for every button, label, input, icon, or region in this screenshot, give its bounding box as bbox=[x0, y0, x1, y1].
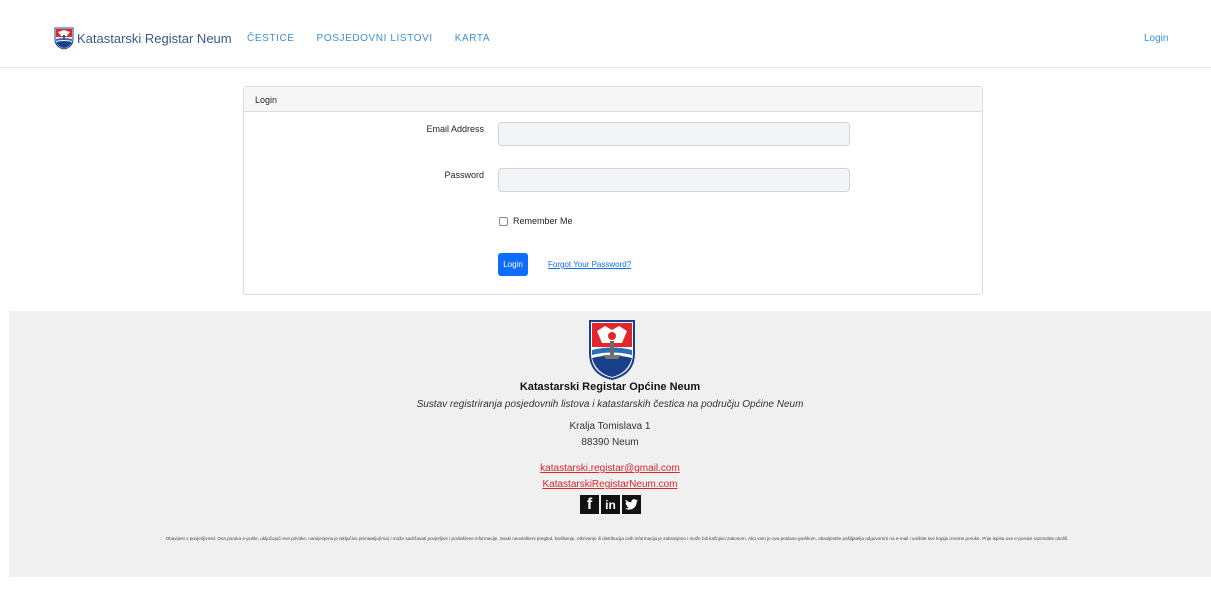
login-card: Login Email Address Password Remember Me… bbox=[243, 86, 983, 295]
nav-login-link[interactable]: Login bbox=[1144, 33, 1168, 44]
password-label: Password bbox=[444, 170, 484, 180]
remember-me-row: Remember Me bbox=[499, 216, 573, 226]
coat-of-arms-icon bbox=[54, 27, 74, 50]
nav-link-karta[interactable]: KARTA bbox=[455, 33, 490, 44]
nav-links: ČESTICE POSJEDOVNI LISTOVI KARTA bbox=[247, 33, 512, 44]
navbar: Katastarski Registar Neum ČESTICE POSJED… bbox=[0, 0, 1211, 68]
remember-me-label[interactable]: Remember Me bbox=[513, 216, 573, 226]
confidentiality-notice: Obavijest o povjerljivosti: Ova poruka e… bbox=[165, 536, 1069, 541]
footer-address-street: Kralja Tomislava 1 bbox=[569, 421, 651, 432]
email-label: Email Address bbox=[426, 124, 484, 134]
social-links: f in bbox=[580, 495, 643, 514]
footer-subtitle: Sustav registriranja posjedovnih listova… bbox=[416, 399, 804, 410]
footer-title: Katastarski Registar Općine Neum bbox=[519, 381, 701, 393]
footer-email-link[interactable]: katastarski.registar@gmail.com bbox=[540, 463, 680, 474]
facebook-icon[interactable]: f bbox=[580, 495, 599, 514]
coat-of-arms-icon bbox=[589, 320, 635, 381]
nav-link-posjedovni-listovi[interactable]: POSJEDOVNI LISTOVI bbox=[317, 33, 433, 44]
linkedin-icon[interactable]: in bbox=[601, 495, 620, 514]
login-button[interactable]: Login bbox=[498, 253, 528, 276]
forgot-password-link[interactable]: Forgot Your Password? bbox=[548, 260, 631, 269]
brand-text: Katastarski Registar Neum bbox=[77, 30, 232, 46]
twitter-icon[interactable] bbox=[622, 495, 641, 514]
nav-link-cestice[interactable]: ČESTICE bbox=[247, 33, 295, 44]
password-field[interactable] bbox=[498, 168, 850, 192]
footer: Katastarski Registar Općine Neum Sustav … bbox=[9, 311, 1211, 577]
brand-link[interactable]: Katastarski Registar Neum bbox=[54, 26, 232, 50]
footer-website-link[interactable]: KatastarskiRegistarNeum.com bbox=[542, 479, 677, 490]
remember-me-checkbox[interactable] bbox=[499, 216, 508, 226]
footer-address-city: 88390 Neum bbox=[581, 437, 639, 448]
email-field[interactable] bbox=[498, 122, 850, 146]
login-card-header: Login bbox=[244, 87, 982, 112]
